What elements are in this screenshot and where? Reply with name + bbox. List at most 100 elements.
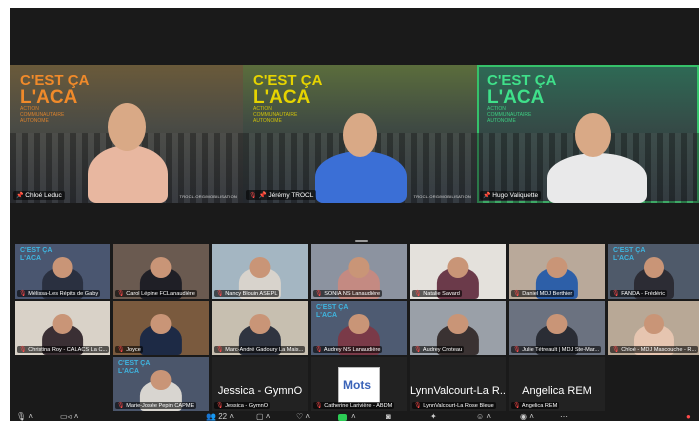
mic-muted-icon: 🎙 <box>513 403 521 409</box>
microphone-icon[interactable]: 🎙 ˄ <box>16 412 33 421</box>
participant-face <box>52 257 73 279</box>
participant-display-name: Jessica - GymnO <box>217 385 303 397</box>
video-tile-speaker[interactable]: C'EST ÇA L'ACA ACTION COMMUNAUTAIRE AUTO… <box>243 65 477 203</box>
video-tile[interactable]: 🎙 Audrey Croteau <box>410 301 506 355</box>
participant-face <box>249 313 271 335</box>
participant-name-label: 🎙 LynnValcourt-La Rose Bleue <box>412 402 496 409</box>
video-tile[interactable]: 🎙 Christina Roy - CALACS La C... <box>15 301 110 355</box>
event-brand: C'EST ÇA L'ACA <box>316 304 349 319</box>
participant-display-name: Angelica REM <box>522 385 592 397</box>
video-camera-icon[interactable]: ▭◃ ˄ <box>60 412 78 421</box>
reactions-icon[interactable]: ♡ ˄ <box>296 412 310 421</box>
participant-display-name: LynnValcourt-La R... <box>410 385 506 397</box>
apps-icon[interactable]: ☺ ˄ <box>476 412 491 421</box>
mic-muted-icon: 🎙 <box>216 291 224 297</box>
participant-face <box>447 313 469 335</box>
mic-muted-icon: 🎙 <box>117 403 125 409</box>
participant-name-label: 🎙 Chloé - MDJ Mascouche - R... <box>610 346 699 353</box>
participant-name-label: 🎙 Natalie Savard <box>412 290 462 297</box>
video-tile[interactable]: C'EST ÇA L'ACA 🎙 FANDA - Frédéric <box>608 244 699 299</box>
share-screen-button[interactable] <box>338 414 347 421</box>
participant-name-label: 🎙 Marie-Josée Pepin CAPME <box>115 402 197 409</box>
participant-name-label: 🎙 Joyce <box>115 346 143 353</box>
mic-muted-icon: 🎙 <box>612 347 620 353</box>
participant-face <box>150 257 172 279</box>
participant-name-label: 🎙 Daniel MDJ Berthier <box>511 290 575 297</box>
participant-name-label: 🎙 Marc-André Gadoury La Mais... <box>214 346 306 353</box>
mic-muted-icon: 🎙 <box>513 347 521 353</box>
mic-muted-icon: 🎙 <box>513 291 521 297</box>
pin-icon: 📌 <box>16 193 24 199</box>
participant-name-label: 🎙 Nancy Blouin ASEPL <box>214 290 280 297</box>
participant-face <box>546 313 568 335</box>
mic-muted-icon: 🎙 <box>19 347 27 353</box>
mic-muted-icon: 🎙 <box>612 291 620 297</box>
participant-face <box>108 103 146 151</box>
video-tile-camera-off[interactable]: Mots 🎙 Catherine Larivière - ABDM <box>311 357 407 411</box>
whiteboard-icon[interactable]: ◉ ˄ <box>520 412 534 421</box>
participant-name-label: 🎙 📌 Jérémy TROCL <box>246 190 317 200</box>
participant-name-label: 🎙 Catherine Larivière - ABDM <box>313 402 395 409</box>
event-brand: C'EST ÇA L'ACA <box>613 247 646 262</box>
participant-face <box>150 313 172 335</box>
profile-logo: Mots <box>338 367 380 403</box>
participant-face <box>643 257 664 279</box>
participant-name-label: 🎙 SONIA NS Lanaudière <box>313 290 383 297</box>
ai-companion-icon[interactable]: ✦ <box>430 412 437 421</box>
participant-face <box>249 257 271 279</box>
record-icon[interactable]: ◙ <box>386 412 391 421</box>
video-tile[interactable]: 🎙 Marc-André Gadoury La Mais... <box>212 301 308 355</box>
video-tile[interactable]: 🎙 Natalie Savard <box>410 244 506 299</box>
participant-name-label: 🎙 Christina Roy - CALACS La C... <box>17 346 110 353</box>
video-tile[interactable]: C'EST ÇA L'ACA 🎙 Mélissa-Les Répits de Ga… <box>15 244 110 299</box>
participant-face <box>150 369 172 391</box>
video-tile[interactable]: 🎙 Carol Lépine FCLanaudière <box>113 244 209 299</box>
mic-muted-icon: 🎙 <box>117 347 125 353</box>
pin-icon: 📌 <box>258 192 267 199</box>
video-tile[interactable]: 🎙 Daniel MDJ Berthier <box>509 244 605 299</box>
url-tag: TROCL.ORG/MOBILISATION <box>413 194 471 199</box>
meeting-window: C'EST ÇA L'ACA ACTION COMMUNAUTAIRE AUTO… <box>10 8 699 421</box>
participant-face <box>348 257 370 279</box>
video-tile-active-speaker[interactable]: C'EST ÇA L'ACA ACTION COMMUNAUTAIRE AUTO… <box>477 65 699 203</box>
video-tile[interactable]: C'EST ÇA L'ACA 🎙 Marie-Josée Pepin CAPME <box>113 357 209 411</box>
mic-muted-icon: 🎙 <box>414 403 422 409</box>
participant-face <box>343 113 377 157</box>
participant-video <box>315 151 407 203</box>
url-tag: TROCL.ORG/MOBILISATION <box>179 194 237 199</box>
chat-icon[interactable]: ▢ ˄ <box>256 412 270 421</box>
participant-face <box>348 313 370 335</box>
mic-muted-icon: 🎙 <box>414 291 422 297</box>
share-arrow-icon[interactable]: ˄ <box>351 412 356 421</box>
participant-name-label: 🎙 Audrey Croteau <box>412 346 465 353</box>
video-tile[interactable]: 🎙 SONIA NS Lanaudière <box>311 244 407 299</box>
event-brand: C'EST ÇA L'ACA <box>118 360 151 375</box>
mic-muted-icon: 🎙 <box>414 347 422 353</box>
video-tile[interactable]: 🎙 Joyce <box>113 301 209 355</box>
pin-icon: 📌 <box>483 193 491 199</box>
video-tile-camera-off[interactable]: Angelica REM 🎙 Angelica REM <box>509 357 605 411</box>
participant-name-label: 📌 Chloé Leduc <box>13 191 65 200</box>
participant-face <box>546 257 568 279</box>
meeting-toolbar: 🎙 ˄ ▭◃ ˄ 👥 22 ˄ ▢ ˄ ♡ ˄ ˄ ◙ ✦ ☺ ˄ ◉ ˄ ⋯ … <box>10 412 699 421</box>
video-tile[interactable]: 🎙 Nancy Blouin ASEPL <box>212 244 308 299</box>
mic-muted-icon: 🎙 <box>315 347 323 353</box>
resize-handle[interactable] <box>355 240 368 242</box>
video-tile-speaker[interactable]: C'EST ÇA L'ACA ACTION COMMUNAUTAIRE AUTO… <box>10 65 243 203</box>
participant-name-label: 📌 Hugo Valiquette <box>480 191 542 200</box>
more-icon[interactable]: ⋯ <box>560 412 568 421</box>
event-brand: C'EST ÇA L'ACA <box>20 247 53 262</box>
video-tile[interactable]: 🎙 Chloé - MDJ Mascouche - R... <box>608 301 699 355</box>
video-tile[interactable]: 🎙 Julie Tétreault | MDJ Ste-Mar... <box>509 301 605 355</box>
event-brand: C'EST ÇA L'ACA ACTION COMMUNAUTAIRE AUTO… <box>253 72 323 124</box>
end-icon[interactable]: ● <box>686 412 691 421</box>
event-brand: C'EST ÇA L'ACA ACTION COMMUNAUTAIRE AUTO… <box>487 72 557 124</box>
video-tile-camera-off[interactable]: Jessica - GymnO 🎙 Jessica - GymnO <box>212 357 308 411</box>
participant-name-label: 🎙 Carol Lépine FCLanaudière <box>115 290 197 297</box>
participant-video <box>547 153 647 203</box>
participant-name-label: 🎙 Julie Tétreault | MDJ Ste-Mar... <box>511 346 602 353</box>
video-tile[interactable]: C'EST ÇA L'ACA 🎙 Audrey NS Lanaudière <box>311 301 407 355</box>
video-tile-camera-off[interactable]: LynnValcourt-La R... 🎙 LynnValcourt-La R… <box>410 357 506 411</box>
participant-face <box>52 313 73 335</box>
participants-icon[interactable]: 👥 22 ˄ <box>206 412 234 421</box>
